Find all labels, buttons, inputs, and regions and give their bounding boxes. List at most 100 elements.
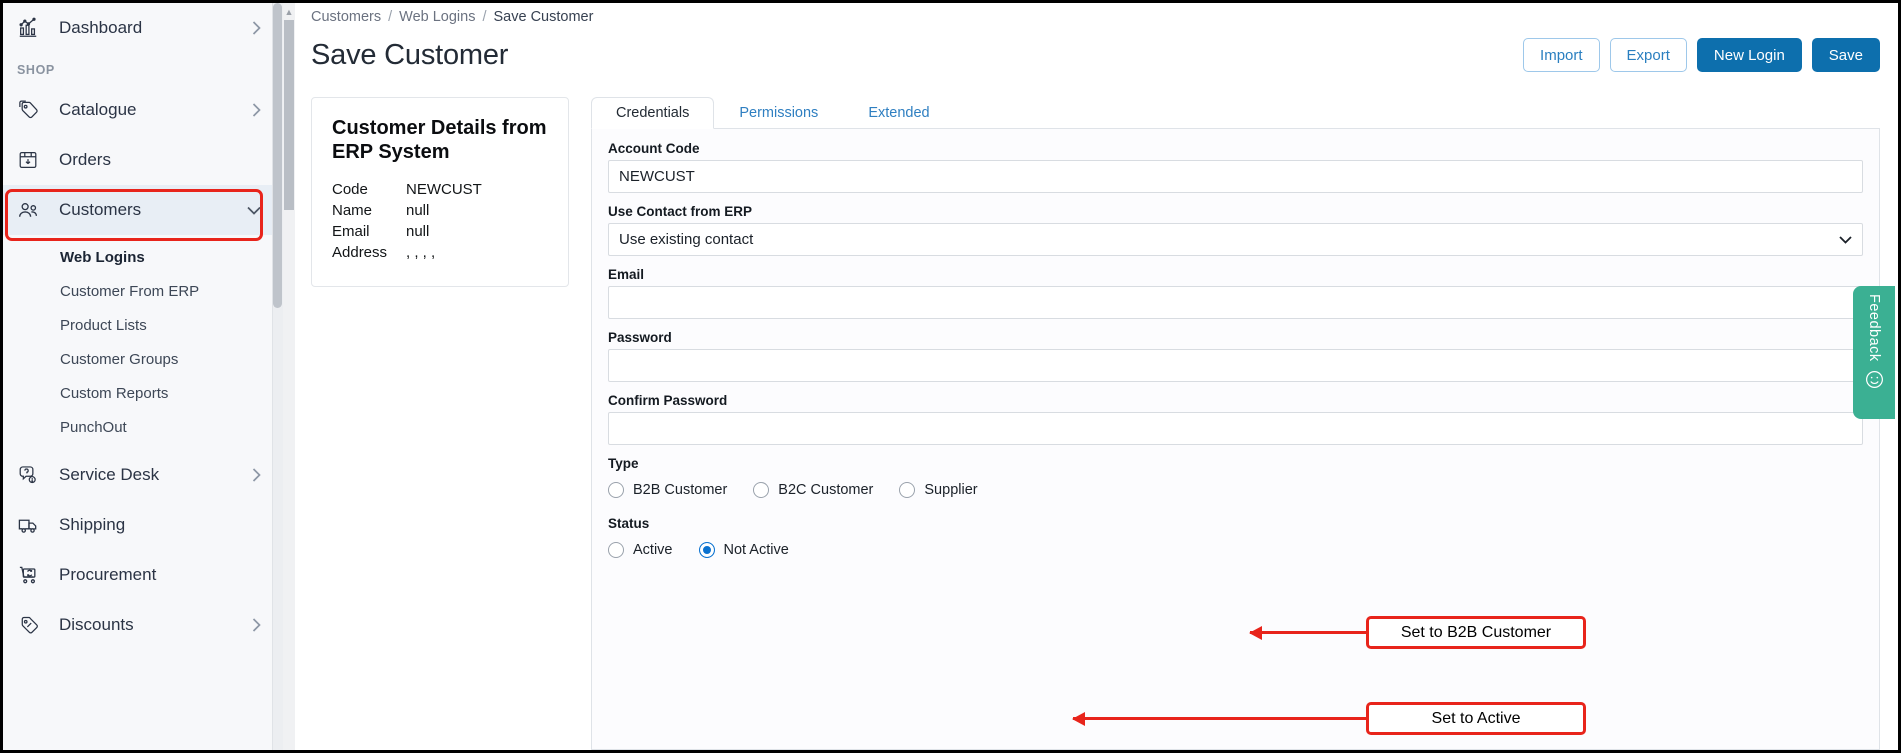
use-contact-from-erp-select[interactable] xyxy=(608,223,1863,256)
erp-value: , , , , xyxy=(406,242,435,263)
main-scrollbar-thumb[interactable] xyxy=(284,20,294,210)
new-login-button[interactable]: New Login xyxy=(1697,38,1802,72)
email-label: Email xyxy=(608,267,1863,282)
radio-b2b-customer[interactable]: B2B Customer xyxy=(608,482,727,498)
sidebar-subitem-label: Customer From ERP xyxy=(60,283,199,300)
sidebar-subitem-label: Product Lists xyxy=(60,317,147,334)
radio-circle-icon xyxy=(899,482,915,498)
export-button[interactable]: Export xyxy=(1610,38,1687,72)
content-area: Customer Details from ERP System Code NE… xyxy=(295,81,1898,750)
erp-row-address: Address , , , , xyxy=(332,242,548,263)
credentials-panel: Account Code Use Contact from ERP xyxy=(591,129,1880,750)
chevron-right-icon xyxy=(252,468,261,482)
main-scrollbar[interactable]: ▲ xyxy=(283,3,295,750)
sidebar-item-dashboard[interactable]: Dashboard xyxy=(3,3,283,53)
import-button[interactable]: Import xyxy=(1523,38,1600,72)
sidebar-subitem-label: Web Logins xyxy=(60,249,145,266)
sidebar-item-label: Procurement xyxy=(51,565,261,585)
sidebar-item-customer-from-erp[interactable]: Customer From ERP xyxy=(3,274,283,308)
radio-label: Active xyxy=(633,542,673,558)
erp-key: Email xyxy=(332,221,406,242)
erp-value: NEWCUST xyxy=(406,179,482,200)
erp-card-title: Customer Details from ERP System xyxy=(332,116,548,165)
tags-icon xyxy=(17,99,51,122)
sidebar-submenu-customers: Web Logins Customer From ERP Product Lis… xyxy=(3,235,283,450)
chevron-right-icon xyxy=(252,21,261,35)
sidebar-item-web-logins[interactable]: Web Logins xyxy=(3,240,283,274)
sidebar-item-catalogue[interactable]: Catalogue xyxy=(3,85,283,135)
sidebar-item-service-desk[interactable]: Service Desk xyxy=(3,450,283,500)
field-password: Password xyxy=(608,330,1863,382)
sidebar-item-orders[interactable]: Orders xyxy=(3,135,283,185)
erp-row-email: Email null xyxy=(332,221,548,242)
scroll-up-arrow-icon[interactable]: ▲ xyxy=(284,7,294,17)
radio-circle-icon xyxy=(608,482,624,498)
discount-tag-icon xyxy=(17,614,51,637)
sidebar-item-shipping[interactable]: Shipping xyxy=(3,500,283,550)
question-chat-icon xyxy=(17,464,51,486)
sidebar-subitem-label: Custom Reports xyxy=(60,385,168,402)
erp-value: null xyxy=(406,200,429,221)
sidebar-item-discounts[interactable]: Discounts xyxy=(3,600,283,650)
sidebar-item-procurement[interactable]: Procurement xyxy=(3,550,283,600)
sidebar-scrollbar[interactable] xyxy=(272,3,283,750)
sidebar-item-label: Catalogue xyxy=(51,100,252,120)
radio-not-active[interactable]: Not Active xyxy=(699,542,789,558)
field-status: Status Active Not Active xyxy=(608,516,1863,565)
feedback-tab[interactable]: Feedback xyxy=(1853,286,1895,419)
breadcrumb-item-customers[interactable]: Customers xyxy=(311,9,381,25)
sidebar-item-custom-reports[interactable]: Custom Reports xyxy=(3,376,283,410)
page-header: Save Customer Import Export New Login Sa… xyxy=(295,25,1898,81)
annotation-arrow-type xyxy=(1250,631,1366,634)
breadcrumb-item-save-customer: Save Customer xyxy=(493,9,593,25)
annotation-set-to-active: Set to Active xyxy=(1366,702,1586,735)
dashboard-chart-icon xyxy=(17,17,51,39)
cart-refresh-icon xyxy=(17,564,51,587)
radio-circle-icon xyxy=(753,482,769,498)
tab-permissions[interactable]: Permissions xyxy=(714,97,843,129)
radio-circle-filled-icon xyxy=(699,542,715,558)
radio-b2c-customer[interactable]: B2C Customer xyxy=(753,482,873,498)
sidebar-item-label: Orders xyxy=(51,150,261,170)
page-action-buttons: Import Export New Login Save xyxy=(1523,38,1880,72)
radio-active[interactable]: Active xyxy=(608,542,673,558)
radio-circle-icon xyxy=(608,542,624,558)
radio-label: B2B Customer xyxy=(633,482,727,498)
main-content: ▲ Customers / Web Logins / Save Customer… xyxy=(283,3,1898,750)
chevron-down-icon xyxy=(247,206,261,215)
field-use-contact-from-erp: Use Contact from ERP xyxy=(608,204,1863,256)
breadcrumb-separator: / xyxy=(388,9,392,25)
sidebar-item-label: Shipping xyxy=(51,515,261,535)
sidebar-subitem-label: Customer Groups xyxy=(60,351,178,368)
confirm-password-label: Confirm Password xyxy=(608,393,1863,408)
status-radio-group: Active Not Active xyxy=(608,535,1863,565)
sidebar-item-customers[interactable]: Customers xyxy=(3,185,283,235)
account-code-input[interactable] xyxy=(608,160,1863,193)
confirm-password-input[interactable] xyxy=(608,412,1863,445)
tab-extended[interactable]: Extended xyxy=(843,97,954,129)
status-label: Status xyxy=(608,516,1863,531)
sidebar-item-label: Discounts xyxy=(51,615,252,635)
breadcrumb-item-web-logins[interactable]: Web Logins xyxy=(399,9,475,25)
sidebar-item-label: Service Desk xyxy=(51,465,252,485)
field-type: Type B2B Customer B2C Customer xyxy=(608,456,1863,505)
email-input[interactable] xyxy=(608,286,1863,319)
save-button[interactable]: Save xyxy=(1812,38,1880,72)
tab-credentials[interactable]: Credentials xyxy=(591,97,714,129)
erp-value: null xyxy=(406,221,429,242)
form-tabs: Credentials Permissions Extended xyxy=(591,97,1880,129)
radio-supplier[interactable]: Supplier xyxy=(899,482,977,498)
password-input[interactable] xyxy=(608,349,1863,382)
sidebar-scrollbar-thumb[interactable] xyxy=(273,3,282,308)
sidebar-item-customer-groups[interactable]: Customer Groups xyxy=(3,342,283,376)
users-icon xyxy=(17,199,51,222)
sidebar-item-punchout[interactable]: PunchOut xyxy=(3,410,283,444)
sidebar-item-product-lists[interactable]: Product Lists xyxy=(3,308,283,342)
smiley-face-icon xyxy=(1864,369,1885,390)
sidebar-item-label: Customers xyxy=(51,200,247,220)
field-confirm-password: Confirm Password xyxy=(608,393,1863,445)
app-window: Dashboard SHOP Catalogue xyxy=(0,0,1901,753)
sidebar-item-label: Dashboard xyxy=(51,18,252,38)
account-code-label: Account Code xyxy=(608,141,1863,156)
breadcrumb: Customers / Web Logins / Save Customer xyxy=(295,3,1898,25)
